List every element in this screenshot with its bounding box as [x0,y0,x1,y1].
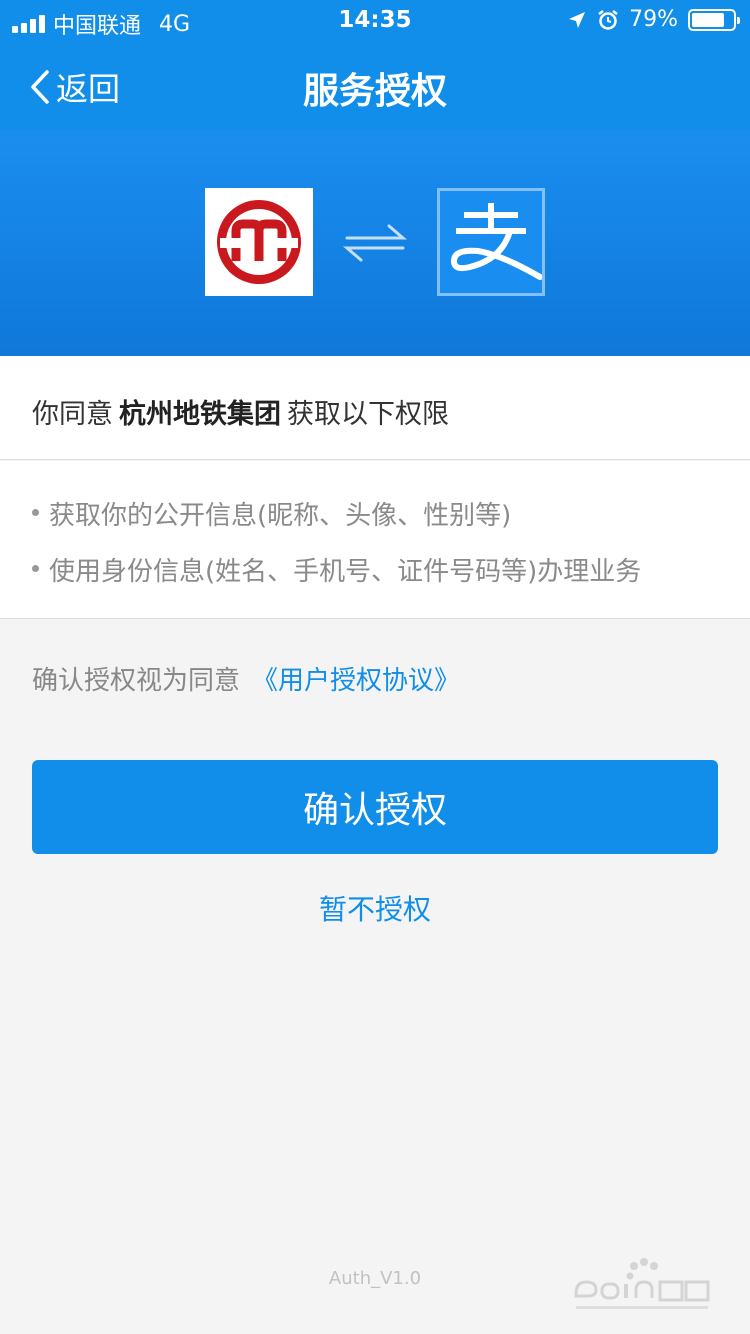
metro-logo-icon [217,200,301,284]
metro-logo [205,188,313,296]
agreement-link[interactable]: 《用户授权协议》 [252,666,460,696]
list-item: 获取你的公开信息(昵称、头像、性别等) [32,495,750,551]
permission-list: 获取你的公开信息(昵称、头像、性别等) 使用身份信息(姓名、手机号、证件号码等)… [0,461,750,619]
battery-percent: 79% [629,7,678,32]
auth-banner [0,130,750,356]
permission-text: 获取你的公开信息(昵称、头像、性别等) [49,501,512,531]
decline-auth-button[interactable]: 暂不授权 [0,888,750,928]
location-arrow-icon [569,11,586,28]
nav-bar: 返回 服务授权 [0,40,750,130]
alarm-icon [598,9,618,30]
alipay-logo [437,188,545,296]
list-item: 使用身份信息(姓名、手机号、证件号码等)办理业务 [32,551,750,607]
baidu-watermark-logo [574,1258,710,1309]
status-right: 79% [567,7,740,32]
status-bar: 中国联通 4G 14:35 79% [0,0,750,40]
consent-statement: 你同意 杭州地铁集团 获取以下权限 [0,356,750,460]
agreement-text: 确认授权视为同意 [32,666,241,696]
battery-icon [688,8,740,31]
consent-suffix: 获取以下权限 [287,399,449,430]
agreement-line: 确认授权视为同意 《用户授权协议》 [32,660,460,697]
bullet-icon [32,565,39,572]
consent-org: 杭州地铁集团 [119,399,281,430]
consent-prefix: 你同意 [32,399,113,430]
bullet-icon [32,509,39,516]
page-title: 服务授权 [302,71,447,112]
battery-fill [692,12,724,27]
top-bar: 中国联通 4G 14:35 79% 返回 服务授权 [0,0,750,130]
swap-arrows-icon [343,224,407,262]
confirm-auth-button[interactable]: 确认授权 [32,760,718,854]
permission-text: 使用身份信息(姓名、手机号、证件号码等)办理业务 [49,557,642,587]
alipay-logo-icon [450,203,543,280]
